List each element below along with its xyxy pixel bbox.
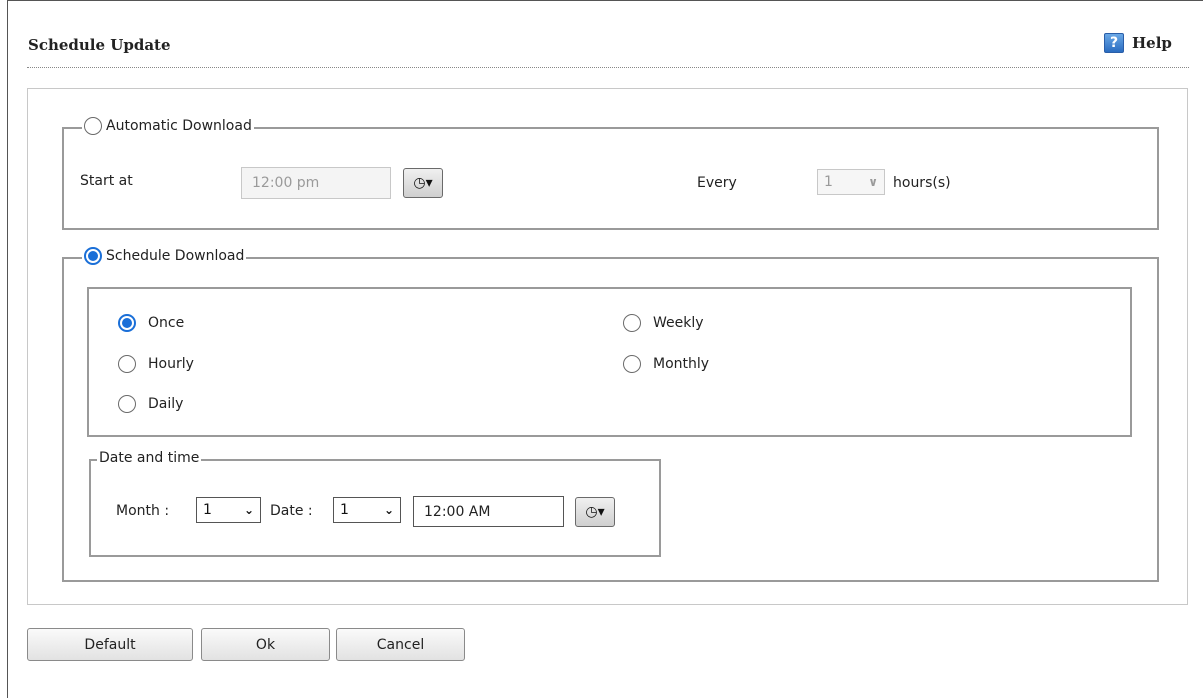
every-label: Every — [697, 175, 737, 191]
start-time-input[interactable]: 12:00 pm — [241, 167, 391, 199]
help-link[interactable]: ? Help — [1104, 33, 1172, 53]
every-hours-select[interactable]: 1 ∨ — [817, 169, 885, 195]
clock-dropdown-icon: ◷▾ — [413, 175, 433, 191]
month-label: Month : — [116, 503, 170, 519]
automatic-download-label[interactable]: Automatic Download — [106, 118, 252, 134]
title-divider — [27, 67, 1189, 68]
frequency-hourly-label[interactable]: Hourly — [148, 356, 194, 372]
frequency-monthly-label[interactable]: Monthly — [653, 356, 709, 372]
time-picker-button[interactable]: ◷▾ — [575, 497, 615, 527]
month-select[interactable]: 1 ⌄ — [196, 497, 261, 523]
start-at-label: Start at — [80, 173, 133, 189]
date-label: Date : — [270, 503, 313, 519]
time-input[interactable]: 12:00 AM — [413, 496, 564, 527]
frequency-daily-option[interactable]: Daily — [118, 395, 183, 413]
schedule-download-radio[interactable] — [84, 247, 102, 265]
date-time-label: Date and time — [99, 450, 200, 466]
frequency-once-radio[interactable] — [118, 314, 136, 332]
automatic-download-legend[interactable]: Automatic Download — [82, 117, 254, 135]
frequency-weekly-radio[interactable] — [623, 314, 641, 332]
schedule-download-legend[interactable]: Schedule Download — [82, 247, 247, 265]
frequency-hourly-option[interactable]: Hourly — [118, 355, 194, 373]
frequency-once-option[interactable]: Once — [118, 314, 184, 332]
start-time-picker-button[interactable]: ◷▾ — [403, 168, 443, 198]
frequency-weekly-label[interactable]: Weekly — [653, 315, 704, 331]
cancel-button[interactable]: Cancel — [336, 628, 465, 661]
date-time-legend: Date and time — [97, 450, 202, 466]
frequency-weekly-option[interactable]: Weekly — [623, 314, 704, 332]
frequency-hourly-radio[interactable] — [118, 355, 136, 373]
frequency-once-label[interactable]: Once — [148, 315, 184, 331]
help-icon[interactable]: ? — [1104, 33, 1124, 53]
frequency-daily-radio[interactable] — [118, 395, 136, 413]
chevron-down-icon: ⌄ — [243, 503, 254, 517]
hours-label: hours(s) — [893, 175, 951, 191]
frequency-daily-label[interactable]: Daily — [148, 396, 183, 412]
frequency-monthly-option[interactable]: Monthly — [623, 355, 709, 373]
date-value: 1 — [340, 502, 349, 518]
page-title: Schedule Update — [28, 36, 171, 54]
every-hours-value: 1 — [824, 174, 833, 190]
help-label[interactable]: Help — [1132, 34, 1172, 52]
frequency-monthly-radio[interactable] — [623, 355, 641, 373]
month-value: 1 — [203, 502, 212, 518]
clock-dropdown-icon: ◷▾ — [585, 504, 605, 520]
frequency-box — [87, 287, 1132, 437]
chevron-down-icon: ⌄ — [383, 503, 394, 517]
default-button[interactable]: Default — [27, 628, 193, 661]
ok-button[interactable]: Ok — [201, 628, 330, 661]
date-select[interactable]: 1 ⌄ — [333, 497, 401, 523]
chevron-down-icon: ∨ — [868, 175, 878, 189]
schedule-download-label[interactable]: Schedule Download — [106, 248, 244, 264]
automatic-download-radio[interactable] — [84, 117, 102, 135]
automatic-download-group: Automatic Download — [62, 117, 1159, 230]
